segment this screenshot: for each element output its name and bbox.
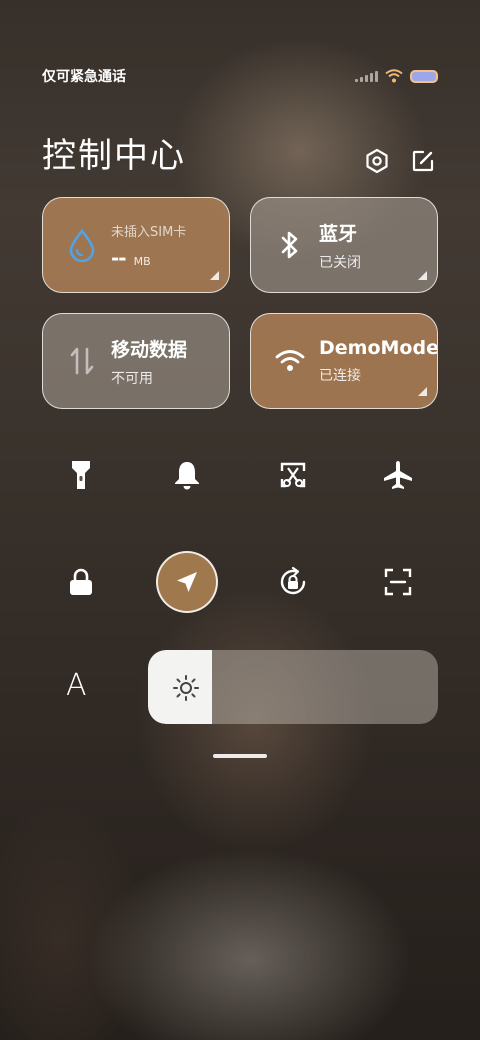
mobile-data-status: 不可用 — [111, 370, 153, 387]
edit-button[interactable] — [408, 146, 438, 176]
bluetooth-status: 已关闭 — [319, 254, 361, 271]
auto-rotate-button[interactable] — [265, 554, 321, 610]
location-icon — [177, 572, 197, 592]
brightness-slider[interactable] — [148, 650, 438, 724]
signal-icon — [355, 70, 378, 82]
bluetooth-icon — [273, 228, 307, 262]
screenshot-button[interactable] — [265, 447, 321, 503]
edit-icon — [412, 150, 434, 172]
data-usage-tile[interactable]: 未插入SIM卡 -- MB — [42, 197, 230, 293]
expand-corner — [418, 387, 427, 396]
mobile-data-label: 移动数据 — [111, 338, 188, 361]
mobile-data-tile[interactable]: 移动数据 不可用 — [42, 313, 230, 409]
bluetooth-label: 蓝牙 — [319, 222, 358, 245]
location-button[interactable] — [156, 551, 218, 613]
sim-status-label: 未插入SIM卡 — [111, 224, 187, 240]
wifi-icon — [273, 344, 307, 378]
status-icons — [355, 69, 438, 83]
wifi-status: 已连接 — [319, 368, 361, 384]
wifi-status-icon — [385, 69, 403, 83]
expand-corner — [418, 271, 427, 280]
lock-icon — [70, 568, 92, 595]
mobile-data-icon — [65, 344, 99, 378]
scan-icon — [384, 568, 412, 596]
bell-icon — [175, 462, 199, 490]
bluetooth-tile[interactable]: 蓝牙 已关闭 — [250, 197, 438, 293]
sun-icon — [173, 675, 199, 701]
lock-screen-button[interactable] — [53, 554, 109, 610]
auto-rotate-icon — [280, 566, 306, 595]
scan-button[interactable] — [370, 554, 426, 610]
water-drop-icon — [65, 228, 99, 262]
carrier-text: 仅可紧急通话 — [42, 69, 126, 85]
page-title: 控制中心 — [42, 136, 186, 176]
expand-corner — [210, 271, 219, 280]
flashlight-button[interactable] — [53, 447, 109, 503]
data-usage-value: -- — [111, 245, 127, 270]
airplane-icon — [384, 461, 412, 489]
status-bar: 仅可紧急通话 — [42, 64, 438, 88]
gear-icon — [366, 148, 388, 174]
font-size-button[interactable]: A — [66, 668, 87, 703]
wifi-tile[interactable]: DemoMode 已连接 — [250, 313, 438, 409]
airplane-mode-button[interactable] — [370, 447, 426, 503]
data-usage-unit: MB — [133, 254, 151, 268]
notification-button[interactable] — [159, 447, 215, 503]
drag-handle[interactable] — [213, 754, 267, 758]
flashlight-icon — [72, 461, 90, 489]
battery-icon — [410, 69, 438, 83]
wifi-network-name: DemoMode — [319, 337, 438, 359]
settings-button[interactable] — [362, 146, 392, 176]
screenshot-icon — [280, 462, 306, 488]
